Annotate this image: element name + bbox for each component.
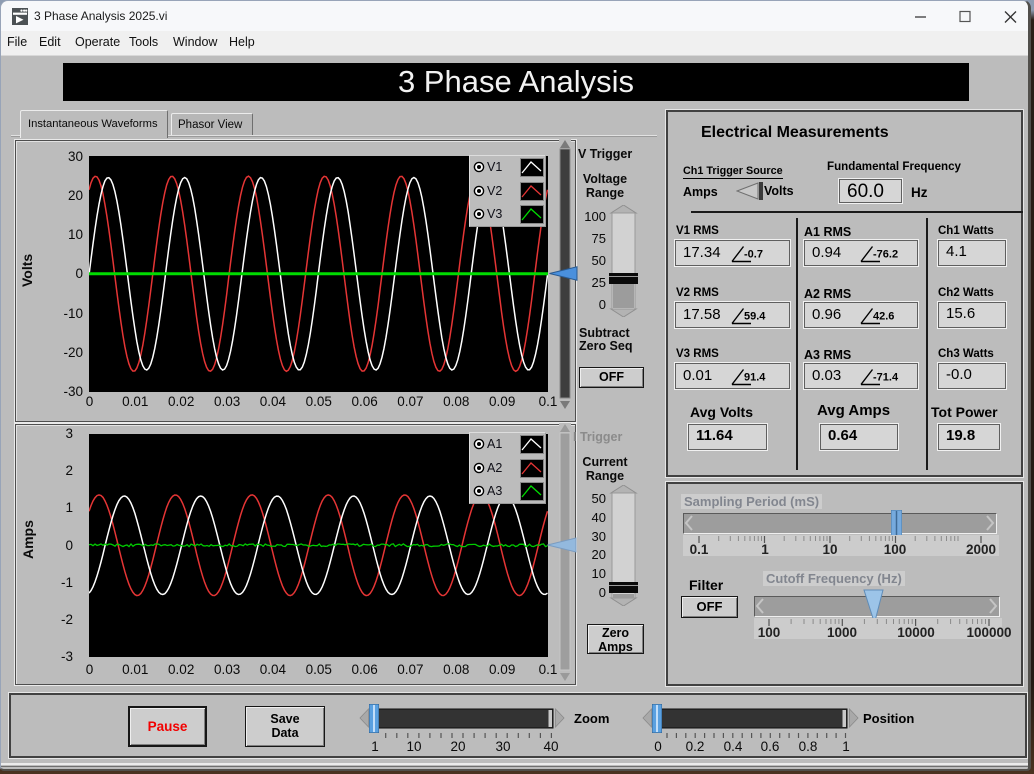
svg-text:-0.7: -0.7 <box>744 249 763 261</box>
svg-text:59.4: 59.4 <box>744 311 766 323</box>
svg-text:42.6: 42.6 <box>873 311 894 323</box>
svg-text:-76.2: -76.2 <box>873 249 898 261</box>
svg-text:91.4: 91.4 <box>744 372 766 384</box>
svg-text:-71.4: -71.4 <box>873 372 899 384</box>
